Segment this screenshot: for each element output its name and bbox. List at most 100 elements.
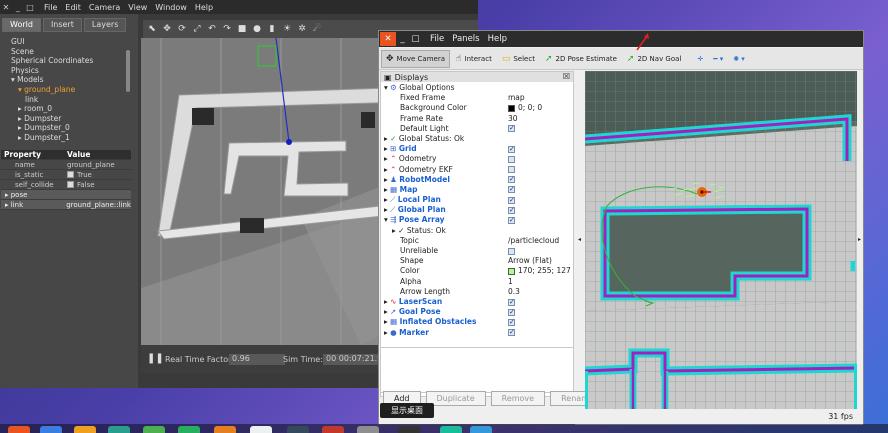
display-checkbox[interactable] xyxy=(508,144,515,154)
box-icon[interactable]: ■ xyxy=(236,24,248,34)
display-row[interactable]: Alpha 1 xyxy=(381,277,573,287)
checkbox[interactable] xyxy=(67,181,74,188)
display-row[interactable]: Shape Arrow (Flat) xyxy=(381,256,573,266)
menu-file[interactable]: File xyxy=(430,34,444,44)
display-row[interactable]: ▸ ● Marker xyxy=(381,327,573,338)
display-value-cell[interactable] xyxy=(508,297,573,307)
display-value-cell[interactable]: 0.3 xyxy=(508,287,573,297)
checkbox[interactable] xyxy=(67,171,74,178)
display-row[interactable]: ▸ ▦ Map xyxy=(381,184,573,195)
display-row[interactable]: ▸ ♟ RobotModel xyxy=(381,174,573,185)
display-value-cell[interactable] xyxy=(508,246,573,256)
collapse-right-icon[interactable]: ▸ xyxy=(858,236,861,243)
display-row[interactable]: ▾ ⇶ Pose Array xyxy=(381,215,573,225)
tree-item[interactable]: ▸ Dumpster_0 xyxy=(4,123,130,133)
tree-item[interactable]: ▸ Dumpster_1 xyxy=(4,133,130,143)
property-row[interactable]: self_collide False xyxy=(1,180,131,190)
property-row[interactable]: name ground_plane xyxy=(1,160,131,170)
display-checkbox[interactable] xyxy=(508,307,515,317)
close-icon[interactable]: ✕ xyxy=(0,3,12,12)
display-row[interactable]: Topic/particlecloud xyxy=(381,236,573,246)
rotate-icon[interactable]: ⟳ xyxy=(176,24,188,34)
display-row[interactable]: ▸ ➚ Goal Pose xyxy=(381,307,573,317)
interact-tool[interactable]: ☝ Interact xyxy=(452,50,496,68)
cylinder-icon[interactable]: ▮ xyxy=(266,24,278,34)
tree-item[interactable]: Physics xyxy=(4,66,130,76)
display-row[interactable]: Frame Rate 30 xyxy=(381,114,573,124)
app-icon[interactable] xyxy=(322,426,344,433)
app-icon[interactable] xyxy=(74,426,96,433)
display-checkbox[interactable] xyxy=(508,123,515,134)
display-row[interactable]: ▸ ▦ Inflated Obstacles xyxy=(381,317,573,327)
property-row[interactable]: ▸ pose xyxy=(1,190,131,200)
app-icon[interactable] xyxy=(178,426,200,433)
display-checkbox[interactable] xyxy=(508,155,515,163)
minimize-icon[interactable]: _ xyxy=(12,3,24,12)
display-row[interactable]: Background Color 0; 0; 0 xyxy=(381,103,573,113)
app-icon[interactable] xyxy=(287,426,309,433)
display-value-cell[interactable] xyxy=(508,174,573,185)
display-row[interactable]: ▸ ✓ Status: Ok xyxy=(381,226,573,236)
display-row[interactable]: ▸ ⊞ Grid xyxy=(381,144,573,154)
display-value-cell[interactable]: map xyxy=(508,93,573,103)
scale-icon[interactable]: ⤢ xyxy=(191,24,203,34)
tree-item[interactable]: ▸ Dumpster xyxy=(4,114,130,124)
collapse-left-icon[interactable]: ◂ xyxy=(578,236,581,243)
display-checkbox[interactable] xyxy=(508,297,515,307)
display-row[interactable]: ▸ ⟋ Global Plan xyxy=(381,205,573,215)
tree-item[interactable]: ▾ ground_plane xyxy=(4,85,130,95)
spot-light-icon[interactable]: ☄ xyxy=(311,24,323,34)
menu-window[interactable]: Window xyxy=(155,3,187,12)
select-arrow-icon[interactable]: ⬉ xyxy=(146,24,158,34)
display-checkbox[interactable] xyxy=(508,166,515,174)
menu-help[interactable]: Help xyxy=(488,34,507,44)
menu-view[interactable]: View xyxy=(128,3,147,12)
display-row[interactable]: ▸ ⌃ Odometry EKF xyxy=(381,165,573,175)
undo-icon[interactable]: ↶ xyxy=(206,24,218,34)
tree-item[interactable]: link xyxy=(4,95,130,105)
tab-layers[interactable]: Layers xyxy=(83,18,127,32)
display-checkbox[interactable] xyxy=(508,174,515,184)
close-icon[interactable]: ✕ xyxy=(380,32,396,46)
display-row[interactable]: ▸ ⟋ Local Plan xyxy=(381,195,573,205)
rviz-3d-view[interactable] xyxy=(585,71,857,409)
display-value-cell[interactable] xyxy=(508,205,573,215)
display-row[interactable]: ▾ ⚙ Global Options xyxy=(381,83,573,93)
property-row[interactable]: is_static True xyxy=(1,170,131,180)
tree-scrollbar[interactable] xyxy=(126,50,130,92)
duplicate-button[interactable]: Duplicate xyxy=(425,391,486,406)
display-value-cell[interactable]: 170; 255; 127 xyxy=(508,266,573,276)
display-row[interactable]: Default Light xyxy=(381,123,573,134)
display-value-cell[interactable] xyxy=(508,226,573,236)
app-icon[interactable] xyxy=(357,426,379,433)
pause-icon[interactable]: ❚❚ xyxy=(147,353,164,364)
display-checkbox[interactable] xyxy=(508,215,515,225)
display-checkbox[interactable] xyxy=(508,317,515,327)
move-camera-tool[interactable]: ✥ Move Camera xyxy=(381,49,451,68)
app-icon[interactable] xyxy=(470,426,492,433)
display-value-cell[interactable]: 1 xyxy=(508,277,573,287)
tree-item[interactable]: Scene xyxy=(4,47,130,57)
display-value-cell[interactable] xyxy=(508,144,573,154)
redo-icon[interactable]: ↷ xyxy=(221,24,233,34)
sphere-icon[interactable]: ● xyxy=(251,24,263,34)
menu-file[interactable]: File xyxy=(44,3,57,12)
tree-item[interactable]: GUI xyxy=(4,37,130,47)
tree-item[interactable]: ▸ room_0 xyxy=(4,104,130,114)
menu-camera[interactable]: Camera xyxy=(89,3,120,12)
tree-item[interactable]: ▾ Models xyxy=(4,75,130,85)
tab-world[interactable]: World xyxy=(2,18,41,32)
display-checkbox[interactable] xyxy=(508,247,515,255)
display-checkbox[interactable] xyxy=(508,184,515,195)
display-value-cell[interactable] xyxy=(508,154,573,164)
display-row[interactable]: Unreliable xyxy=(381,246,573,256)
point-light-icon[interactable]: ✲ xyxy=(296,24,308,34)
display-value-cell[interactable] xyxy=(508,195,573,205)
display-row[interactable]: ▸ ⌃ Odometry xyxy=(381,154,573,164)
display-value-cell[interactable] xyxy=(508,165,573,175)
app-icon[interactable] xyxy=(143,426,165,433)
app-icon[interactable] xyxy=(398,426,420,433)
display-row[interactable]: Fixed Frame map xyxy=(381,93,573,103)
display-value-cell[interactable] xyxy=(508,307,573,317)
display-value-cell[interactable] xyxy=(508,134,573,144)
